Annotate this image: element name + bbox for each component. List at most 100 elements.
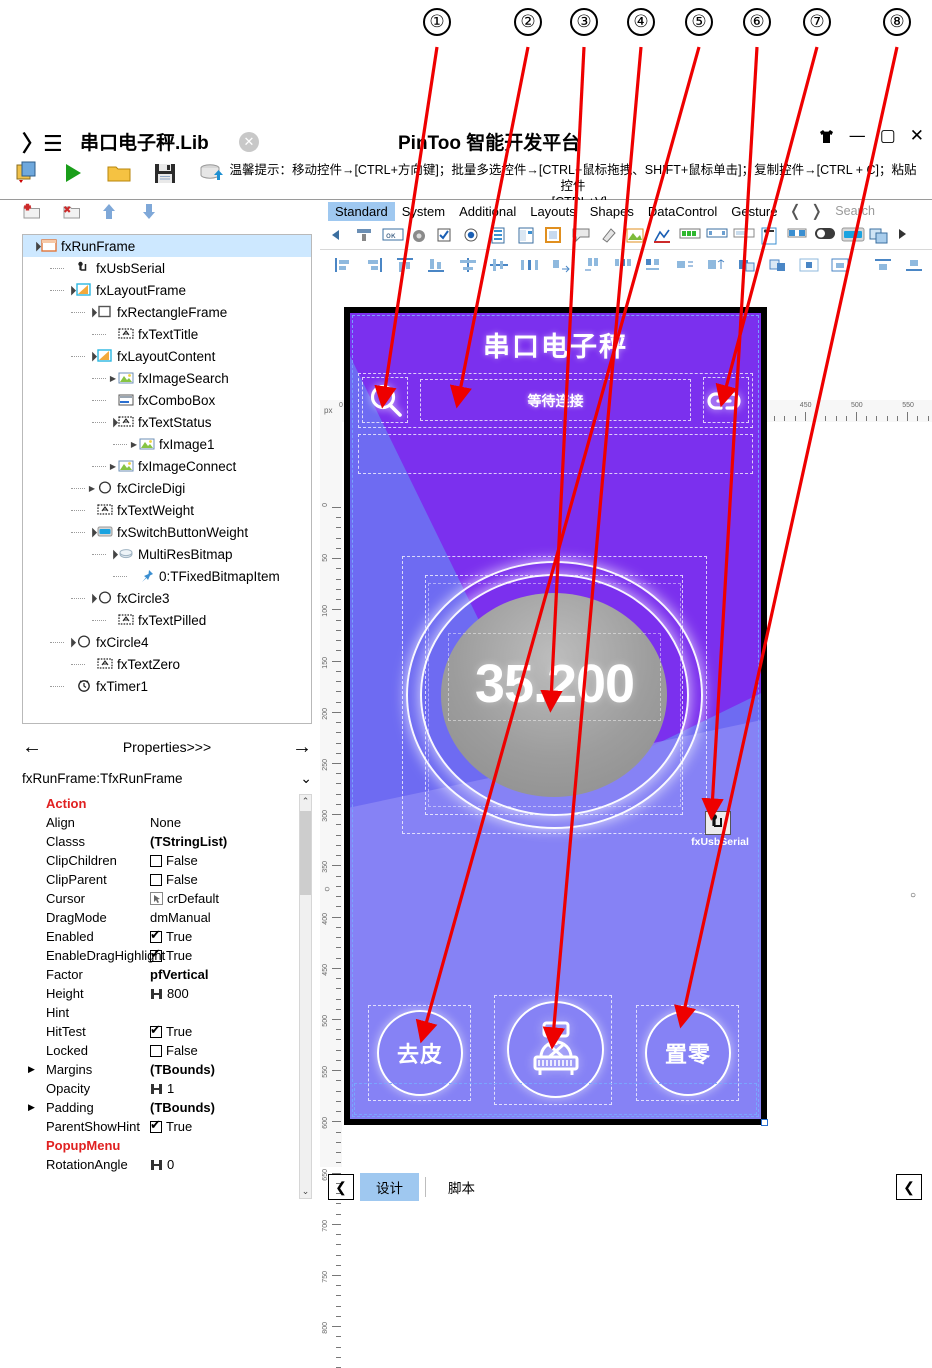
progressbar-component-icon[interactable]: [679, 227, 701, 244]
move-left-icon[interactable]: [551, 257, 573, 274]
property-row[interactable]: Action: [22, 794, 312, 813]
property-checkbox[interactable]: [150, 1022, 162, 1038]
property-value[interactable]: None: [150, 815, 312, 830]
property-row[interactable]: Opacity 1: [22, 1079, 312, 1098]
property-value[interactable]: (TBounds): [150, 1062, 312, 1077]
properties-scrollbar[interactable]: ⌃ ⌄: [299, 794, 312, 1199]
property-value[interactable]: True: [150, 927, 312, 944]
switch-component-icon[interactable]: [814, 227, 836, 244]
switchbutton-component-icon[interactable]: [841, 227, 865, 244]
search-icon[interactable]: [366, 381, 406, 421]
property-value[interactable]: 0: [150, 1157, 312, 1172]
canvas-right-handle[interactable]: ○: [910, 890, 916, 901]
spinbox-component-icon[interactable]: [787, 227, 809, 244]
add-node-icon[interactable]: [22, 203, 48, 229]
tree-node-multiresbitmap[interactable]: ◢ MultiResBitmap: [23, 543, 311, 565]
tab-datacontrol[interactable]: DataControl: [641, 202, 724, 221]
device-canvas[interactable]: 串口电子秤 等待连接 35.200 fxUsbSerial 去皮 置零: [344, 307, 768, 1126]
property-value[interactable]: False: [150, 853, 312, 868]
edit-component-icon[interactable]: [733, 227, 755, 244]
property-row[interactable]: Align None: [22, 813, 312, 832]
tree-node-fxtextpilled[interactable]: fxTextPilled: [23, 609, 311, 631]
tree-node-fxtextstatus[interactable]: ◢ fxTextStatus: [23, 411, 311, 433]
link-icon[interactable]: [703, 383, 745, 419]
toolbar-component-icon[interactable]: [355, 227, 377, 244]
arrow-select-icon[interactable]: [328, 227, 350, 244]
palette-next-icon[interactable]: ❭: [806, 201, 827, 221]
component-tree[interactable]: ◢ fxRunFrame fxUsbSerial ◢ fxLayoutFrame ◢ fxR…: [22, 234, 312, 724]
chart-component-icon[interactable]: [652, 227, 674, 244]
tree-node-fxtextweight[interactable]: fxTextWeight: [23, 499, 311, 521]
tab-layouts[interactable]: Layouts: [523, 202, 583, 221]
tree-node-fximageconnect[interactable]: ▶ fxImageConnect: [23, 455, 311, 477]
property-row[interactable]: Enabled True: [22, 927, 312, 946]
database-upload-icon[interactable]: [198, 160, 224, 186]
minimize-button[interactable]: —: [849, 126, 866, 146]
tree-node-fxtextzero[interactable]: fxTextZero: [23, 653, 311, 675]
canvas-left-handle[interactable]: ○: [324, 884, 330, 895]
property-checkbox[interactable]: [150, 1044, 162, 1057]
fit-icon[interactable]: [830, 257, 852, 274]
property-row[interactable]: ▶ Margins (TBounds): [22, 1060, 312, 1079]
tab-additional[interactable]: Additional: [452, 202, 523, 221]
tab-script[interactable]: 脚本: [432, 1173, 491, 1201]
chevron-down-icon[interactable]: ⌄: [300, 770, 312, 787]
tree-node-fxrunframe[interactable]: ◢ fxRunFrame: [23, 235, 311, 257]
property-row[interactable]: Classs (TStringList): [22, 832, 312, 851]
device-screen[interactable]: 串口电子秤 等待连接 35.200 fxUsbSerial 去皮 置零: [350, 313, 761, 1119]
property-row[interactable]: EnableDragHighlightTrue: [22, 946, 312, 965]
tree-node-fxcircle4[interactable]: ◢ fxCircle4: [23, 631, 311, 653]
tree-expander-icon[interactable]: ▶: [108, 462, 118, 471]
property-row[interactable]: RotationAngle 0: [22, 1155, 312, 1174]
property-checkbox[interactable]: [150, 854, 162, 867]
tree-node-fxcircle3[interactable]: ◢ fxCircle3: [23, 587, 311, 609]
property-value[interactable]: (TBounds): [150, 1100, 312, 1115]
property-value[interactable]: True: [150, 1022, 312, 1039]
property-row[interactable]: Factor pfVertical: [22, 965, 312, 984]
button-component-icon[interactable]: ок: [382, 227, 404, 244]
close-document-icon[interactable]: ✕: [239, 132, 259, 152]
image-component-icon[interactable]: [625, 227, 647, 244]
property-row[interactable]: ClipParent False: [22, 870, 312, 889]
tree-node-fxrectangleframe[interactable]: ◢ fxRectangleFrame: [23, 301, 311, 323]
size-height-icon[interactable]: [706, 257, 728, 274]
palette-search-input[interactable]: Search: [835, 204, 875, 218]
tree-node-fxtimer1[interactable]: fxTimer1: [23, 675, 311, 697]
listview-component-icon[interactable]: [517, 227, 539, 244]
property-row[interactable]: HitTest True: [22, 1022, 312, 1041]
align-left-icon[interactable]: [334, 257, 356, 274]
speedbutton-component-icon[interactable]: [409, 227, 431, 244]
property-expander-icon[interactable]: ▶: [28, 1064, 35, 1075]
close-button[interactable]: ✕: [910, 126, 924, 146]
theme-shirt-icon[interactable]: [818, 128, 835, 145]
property-row[interactable]: ▶ Padding (TBounds): [22, 1098, 312, 1117]
align-right-icon[interactable]: [365, 257, 387, 274]
property-value[interactable]: (TStringList): [150, 834, 312, 849]
layout-component-icon[interactable]: [868, 227, 890, 244]
maximize-button[interactable]: ▢: [880, 126, 896, 146]
align-top-icon[interactable]: [396, 257, 418, 274]
scrollbar-thumb[interactable]: [300, 811, 311, 895]
send-backward-icon[interactable]: [737, 257, 759, 274]
property-value[interactable]: pfVertical: [150, 967, 312, 982]
save-icon[interactable]: [152, 160, 178, 186]
trackbar-component-icon[interactable]: [706, 227, 728, 244]
properties-object-selector[interactable]: fxRunFrame:TfxRunFrame ⌄: [22, 765, 312, 791]
properties-prev-button[interactable]: ←: [22, 736, 42, 759]
tree-expander-icon[interactable]: ▶: [108, 374, 118, 383]
move-right-icon[interactable]: [582, 257, 604, 274]
scroll-up-arrow[interactable]: ⌃: [300, 796, 311, 807]
tree-node-fximage1[interactable]: ▶ fxImage1: [23, 433, 311, 455]
delete-node-icon[interactable]: ✖: [62, 203, 88, 229]
property-value[interactable]: dmManual: [150, 910, 312, 925]
property-checkbox[interactable]: [150, 1117, 162, 1133]
property-value[interactable]: 1: [150, 1081, 312, 1096]
status-combobox[interactable]: 等待连接: [420, 379, 691, 421]
run-icon[interactable]: [60, 160, 86, 186]
tree-node-fxcircledigi[interactable]: ▶ fxCircleDigi: [23, 477, 311, 499]
property-checkbox[interactable]: [150, 946, 162, 962]
space-equal-icon[interactable]: [613, 257, 635, 274]
property-row[interactable]: PopupMenu: [22, 1136, 312, 1155]
property-value[interactable]: crDefault: [150, 891, 312, 906]
tree-expander-icon[interactable]: ▶: [87, 484, 97, 493]
